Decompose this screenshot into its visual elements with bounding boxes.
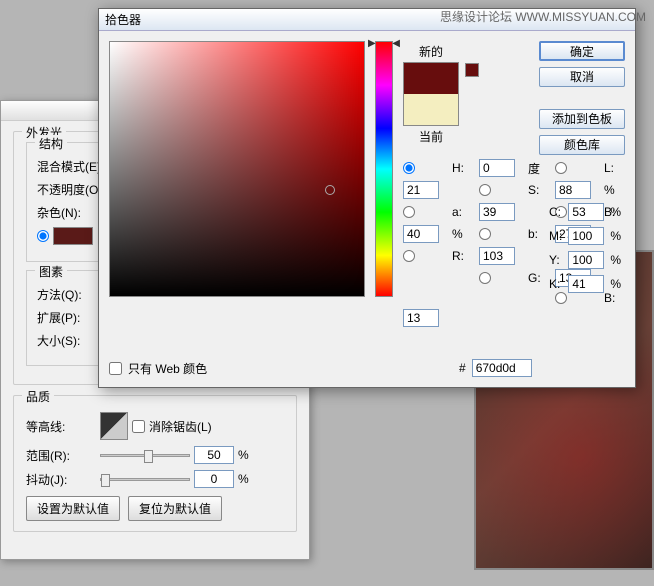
antialias-label: 消除锯齿(L) bbox=[149, 418, 212, 435]
hash-label: # bbox=[459, 361, 466, 375]
pct-unit: % bbox=[238, 448, 249, 462]
s-radio[interactable] bbox=[479, 184, 491, 196]
webonly-label: 只有 Web 颜色 bbox=[128, 360, 207, 377]
quality-group-title: 品质 bbox=[22, 388, 54, 405]
jitter-label: 抖动(J): bbox=[26, 471, 96, 488]
s-unit: % bbox=[604, 183, 618, 197]
a-input[interactable] bbox=[479, 203, 515, 221]
a-radio[interactable] bbox=[403, 206, 415, 218]
cancel-button[interactable]: 取消 bbox=[539, 67, 625, 87]
jitter-slider[interactable] bbox=[100, 478, 190, 481]
b2-label: b: bbox=[528, 227, 542, 241]
y-label: Y: bbox=[549, 253, 562, 267]
ok-button[interactable]: 确定 bbox=[539, 41, 625, 61]
color-lib-button[interactable]: 颜色库 bbox=[539, 135, 625, 155]
bb-radio[interactable] bbox=[555, 292, 567, 304]
g-label: G: bbox=[528, 271, 542, 285]
y-input[interactable] bbox=[568, 251, 604, 269]
h-unit: 度 bbox=[528, 160, 542, 177]
contour-picker[interactable] bbox=[100, 412, 128, 440]
g-radio[interactable] bbox=[479, 272, 491, 284]
b2-radio[interactable] bbox=[479, 228, 491, 240]
k-label: K: bbox=[549, 277, 562, 291]
new-color-label: 新的 bbox=[419, 43, 443, 60]
hex-input[interactable] bbox=[472, 359, 532, 377]
c-input[interactable] bbox=[568, 203, 604, 221]
pct-unit: % bbox=[238, 472, 249, 486]
color-radio[interactable] bbox=[37, 230, 49, 242]
struct-group-title: 结构 bbox=[35, 135, 67, 152]
pct-unit: % bbox=[610, 253, 621, 267]
hue-arrow-right-icon: ◀ bbox=[392, 38, 400, 49]
color-swatch[interactable] bbox=[53, 227, 93, 245]
noise-label: 杂色(N): bbox=[37, 204, 107, 221]
colorpicker-dialog: 拾色器 ▶◀ 新的 当前 H:度 L: bbox=[98, 8, 636, 388]
webonly-checkbox[interactable] bbox=[109, 362, 122, 375]
jitter-input[interactable] bbox=[194, 470, 234, 488]
l-label: L: bbox=[604, 161, 618, 175]
current-color-label: 当前 bbox=[419, 128, 443, 145]
bb-input[interactable] bbox=[403, 309, 439, 327]
elements-group-title: 图素 bbox=[35, 263, 67, 280]
range-slider[interactable] bbox=[100, 454, 190, 457]
new-color-swatch bbox=[404, 63, 458, 94]
blend-label: 混合模式(E): bbox=[37, 158, 107, 175]
c-label: C: bbox=[549, 205, 562, 219]
opacity-label: 不透明度(O): bbox=[37, 181, 107, 198]
b-input[interactable] bbox=[403, 225, 439, 243]
method-label: 方法(Q): bbox=[37, 286, 107, 303]
add-swatch-button[interactable]: 添加到色板 bbox=[539, 109, 625, 129]
websafe-cube-icon[interactable] bbox=[465, 63, 479, 77]
bb-label: B: bbox=[604, 291, 618, 305]
range-label: 范围(R): bbox=[26, 447, 96, 464]
s-label: S: bbox=[528, 183, 542, 197]
a-label: a: bbox=[452, 205, 466, 219]
r-input[interactable] bbox=[479, 247, 515, 265]
size-label: 大小(S): bbox=[37, 332, 107, 349]
pct-unit: % bbox=[610, 277, 621, 291]
current-color-swatch[interactable] bbox=[404, 94, 458, 125]
range-input[interactable] bbox=[194, 446, 234, 464]
contour-label: 等高线: bbox=[26, 418, 96, 435]
cmyk-inputs: C:% M:% Y:% K:% bbox=[549, 203, 621, 293]
l-input[interactable] bbox=[403, 181, 439, 199]
pct-unit: % bbox=[610, 229, 621, 243]
spread-label: 扩展(P): bbox=[37, 309, 107, 326]
b-unit: % bbox=[452, 227, 466, 241]
l-radio[interactable] bbox=[555, 162, 567, 174]
h-radio[interactable] bbox=[403, 162, 415, 174]
color-field-cursor bbox=[325, 185, 335, 195]
m-label: M: bbox=[549, 229, 562, 243]
hue-slider[interactable]: ▶◀ bbox=[375, 41, 393, 297]
pct-unit: % bbox=[610, 205, 621, 219]
h-input[interactable] bbox=[479, 159, 515, 177]
r-radio[interactable] bbox=[403, 250, 415, 262]
color-preview bbox=[403, 62, 459, 126]
hue-arrow-left-icon: ▶ bbox=[368, 38, 376, 49]
color-field[interactable] bbox=[109, 41, 365, 297]
h-label: H: bbox=[452, 161, 466, 175]
colorpicker-title: 拾色器 bbox=[105, 11, 141, 28]
antialias-checkbox[interactable] bbox=[132, 420, 145, 433]
s-input[interactable] bbox=[555, 181, 591, 199]
m-input[interactable] bbox=[568, 227, 604, 245]
r-label: R: bbox=[452, 249, 466, 263]
watermark-text: 思缘设计论坛 WWW.MISSYUAN.COM bbox=[440, 8, 646, 25]
set-default-button[interactable]: 设置为默认值 bbox=[26, 496, 120, 521]
reset-default-button[interactable]: 复位为默认值 bbox=[128, 496, 222, 521]
k-input[interactable] bbox=[568, 275, 604, 293]
